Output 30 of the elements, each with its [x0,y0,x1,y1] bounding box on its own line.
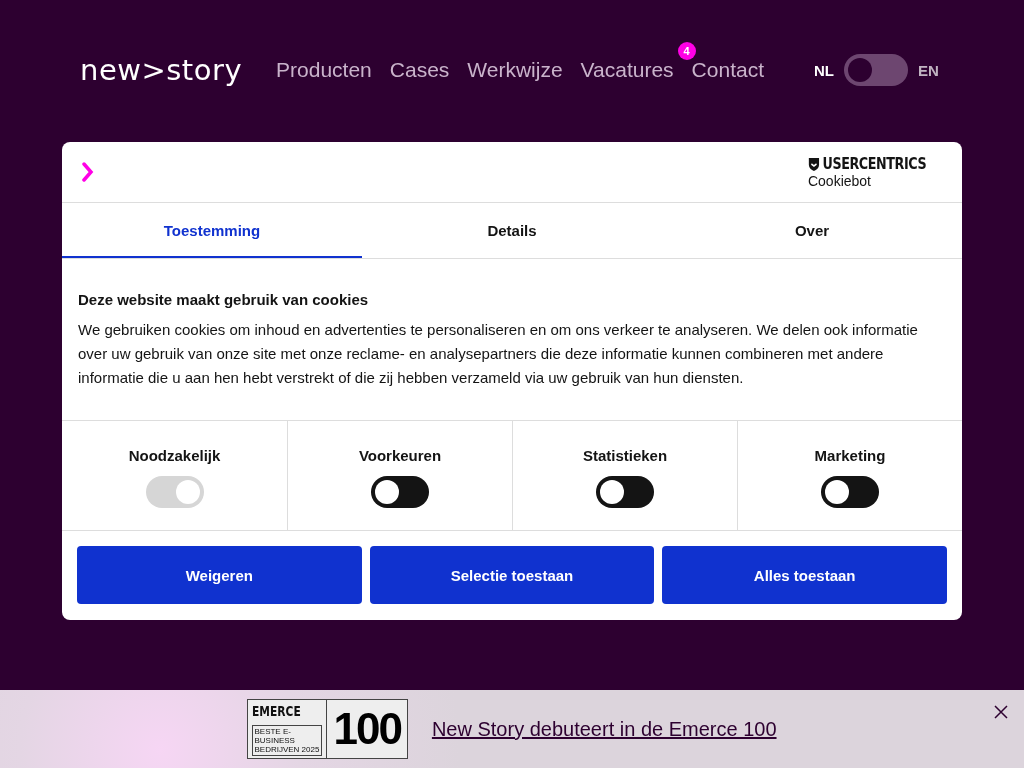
language-label: NL [814,61,834,79]
consent-button[interactable]: Alles toestaan [662,546,947,604]
brand-product: Cookiebot [807,173,872,188]
consent-toggle[interactable] [371,476,429,508]
nav-link[interactable]: Producten [276,58,372,82]
award-name: EMERCE [252,703,303,719]
language-toggle[interactable] [844,54,908,86]
dialog-text: We gebruiken cookies om inhoud en advertenties te personaliseren en om ons verkeer te analyseren. We delen ook informatie over uw gebruik van onze site met onze reclame- en analysepartners die deze informatie kunnen combineren met andere informatie die u aan hen hebt verstrekt of die zij hebben verzameld via uw gebruik van hun diensten. [78,320,919,388]
brand-name: USERCENTRICS [807,156,927,172]
nav-link[interactable]: Cases [389,58,450,82]
award-subtitle: BESTE E-BUSINESS BEDRIJVEN 2025 [252,725,323,756]
logo[interactable]: new>story [80,53,243,87]
language-label: EN [918,61,939,79]
category-label: Voorkeuren [358,447,442,464]
award-number: 100 [332,703,402,755]
category-label: Noodzakelijk [128,447,221,464]
nav-link[interactable]: Werkwijze [467,58,563,82]
chevron-icon [82,162,94,182]
consent-toggle[interactable] [821,476,879,508]
consent-button[interactable]: Selectie toestaan [369,546,655,604]
category-label: Statistieken [582,447,668,464]
dialog-title: Deze website maakt gebruik van cookies [78,291,370,308]
category-label: Marketing [814,447,886,464]
news-link[interactable]: New Story debuteert in de Emerce 100 [431,717,777,741]
count-badge: 4 [677,42,696,60]
consent-toggle[interactable] [596,476,654,508]
shield-icon [807,156,820,172]
nav-link[interactable]: Contact [691,58,764,82]
consent-button[interactable]: Weigeren [77,546,362,604]
close-button[interactable] [994,705,1008,719]
